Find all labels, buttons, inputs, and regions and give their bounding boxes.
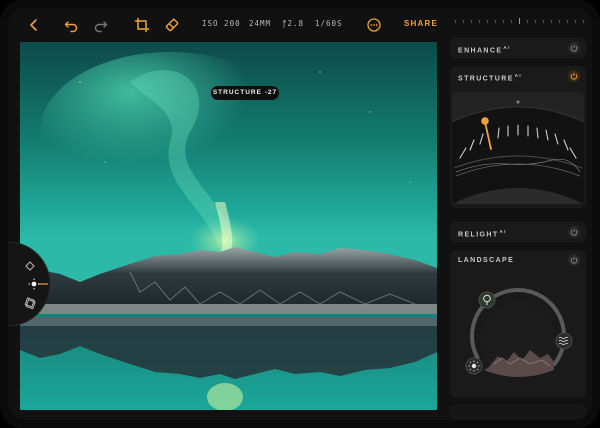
photo-canvas[interactable]: STRUCTURE -27 (20, 42, 437, 410)
structure-value-overlay: STRUCTURE -27 (211, 86, 279, 100)
structure-ai-badge: AI (514, 73, 523, 78)
layers-icon[interactable] (24, 297, 36, 309)
undo-icon[interactable] (63, 17, 79, 33)
contrast-icon[interactable] (24, 260, 36, 272)
share-button[interactable]: SHARE (404, 19, 438, 28)
landscape-card: LANDSCAPE (450, 250, 586, 398)
structure-card: STRUCTUREAI (450, 66, 586, 208)
next-card-edge (450, 404, 586, 420)
landscape-wheel[interactable] (450, 278, 586, 396)
sun-icon[interactable] (28, 278, 40, 290)
sun-icon[interactable] (465, 357, 483, 375)
aperture-readout: ƒ2.8 (282, 19, 305, 28)
tool-dial[interactable] (8, 241, 52, 327)
enhance-ai-badge: AI (503, 45, 511, 50)
relight-toggle[interactable] (568, 226, 580, 238)
eraser-icon[interactable] (164, 17, 180, 33)
power-icon (570, 72, 578, 80)
enhance-card[interactable]: ENHANCEAI (450, 38, 586, 58)
water-icon[interactable] (555, 332, 573, 350)
relight-label: RELIGHT (458, 231, 499, 239)
tablet-frame: ISO 200 24MM ƒ2.8 1/60S SHARE STRUCTURE … (0, 0, 600, 428)
enhance-toggle[interactable] (568, 42, 580, 54)
structure-toggle[interactable] (568, 70, 580, 82)
more-icon[interactable] (366, 17, 382, 33)
app-screen: ISO 200 24MM ƒ2.8 1/60S SHARE STRUCTURE … (8, 8, 592, 420)
landscape-label: LANDSCAPE (458, 257, 515, 264)
relight-card[interactable]: RELIGHTAI (450, 222, 586, 242)
structure-dial[interactable] (452, 92, 584, 204)
top-ruler[interactable] (451, 16, 587, 26)
power-icon (570, 256, 578, 264)
crop-icon[interactable] (134, 17, 150, 33)
power-icon (570, 44, 578, 52)
iso-readout: ISO 200 (202, 19, 241, 28)
focal-length-readout: 24MM (249, 19, 272, 28)
power-icon (570, 228, 578, 236)
adjustments-panel: ENHANCEAI STRUCTUREAI RELIGHTAI LANDSCAP… (449, 8, 592, 420)
shutter-readout: 1/60S (315, 19, 343, 28)
relight-ai-badge: AI (499, 229, 507, 234)
enhance-label: ENHANCE (458, 47, 503, 55)
top-toolbar: ISO 200 24MM ƒ2.8 1/60S SHARE (8, 8, 448, 42)
structure-label: STRUCTURE (458, 75, 514, 83)
tree-icon[interactable] (478, 291, 496, 309)
landscape-toggle[interactable] (568, 254, 580, 266)
back-icon[interactable] (26, 17, 42, 33)
redo-icon[interactable] (93, 17, 109, 33)
